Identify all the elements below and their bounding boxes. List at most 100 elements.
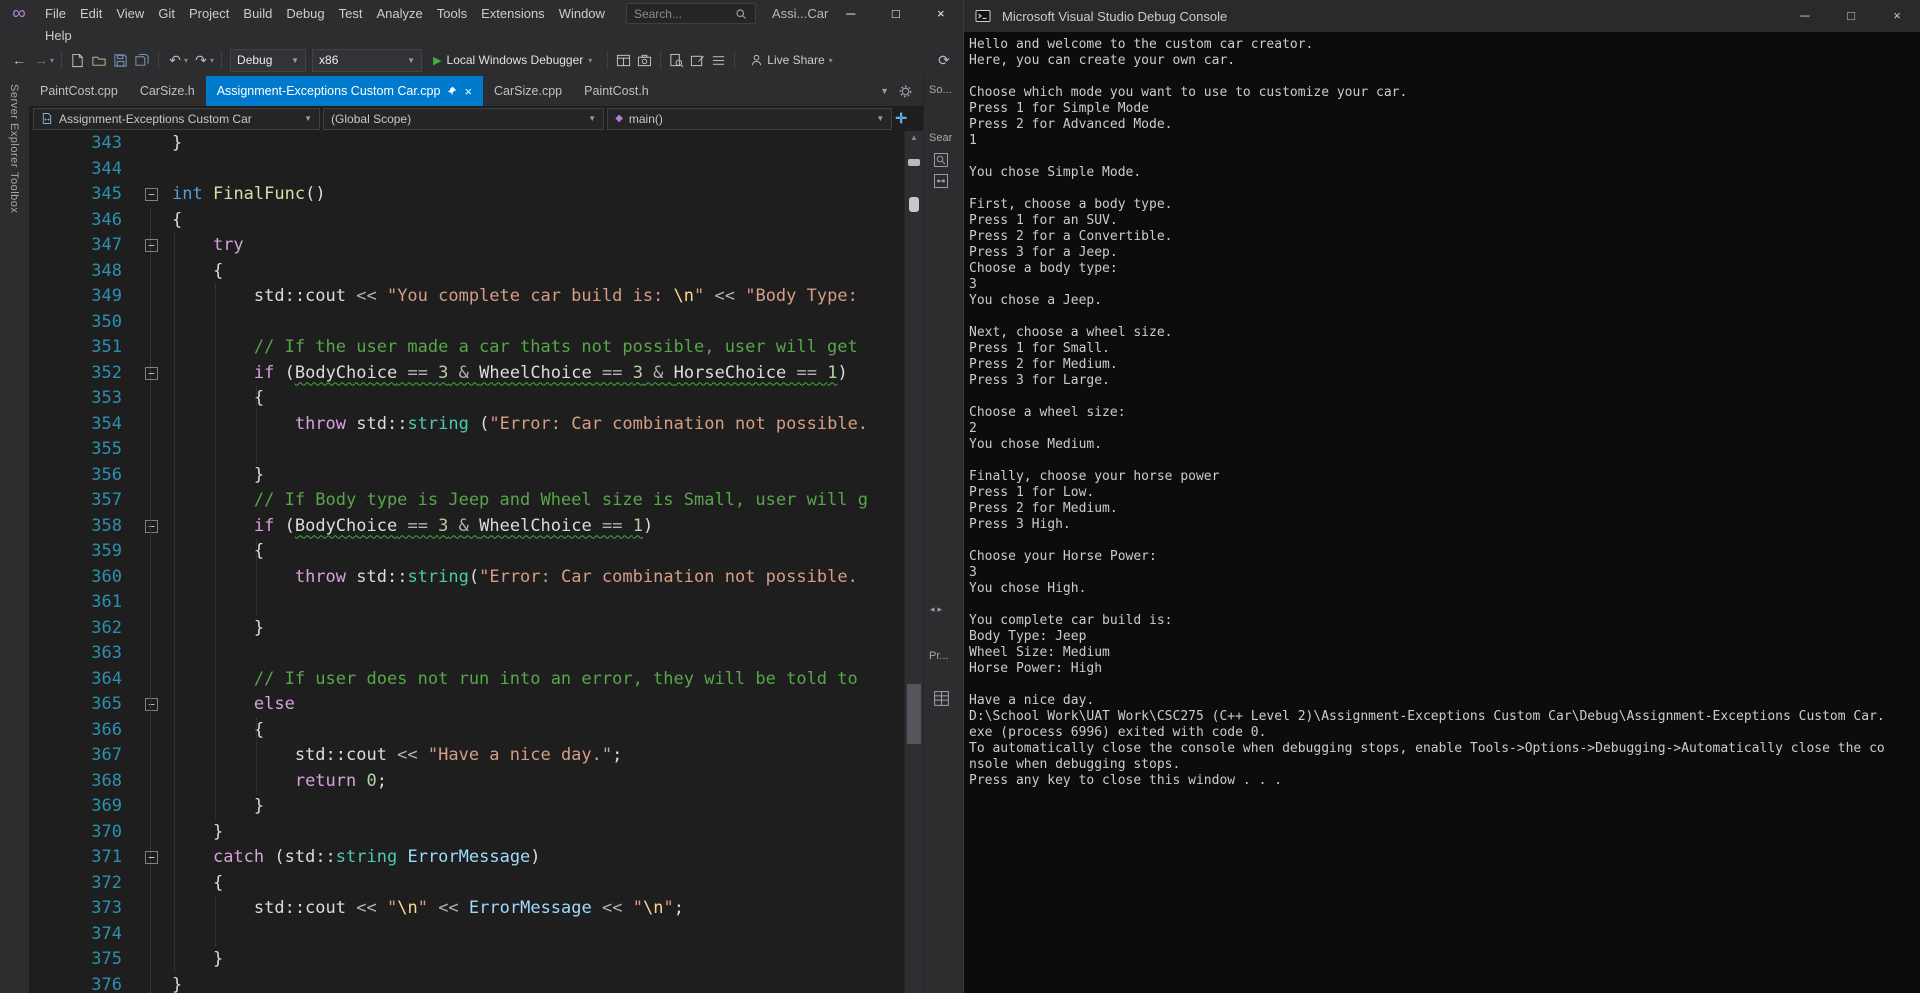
code-text[interactable] — [172, 437, 904, 463]
member-dropdown[interactable]: ◆ main() ▼ — [607, 108, 892, 130]
minimize-button[interactable]: ─ — [828, 0, 873, 27]
menu-item-debug[interactable]: Debug — [279, 1, 331, 27]
code-text[interactable]: return 0; — [172, 769, 904, 795]
solution-configuration-dropdown[interactable]: Debug ▼ — [230, 49, 306, 72]
code-text[interactable]: } — [172, 947, 904, 973]
code-editor[interactable]: 343}344345−int FinalFunc()346{347− try34… — [29, 131, 923, 993]
code-text[interactable]: int FinalFunc() — [172, 182, 904, 208]
code-text[interactable]: if (BodyChoice == 3 & WheelChoice == 1) — [172, 514, 904, 540]
project-dropdown[interactable]: ++ Assignment-Exceptions Custom Car ▼ — [33, 108, 320, 130]
toolbar-window-layout-icon[interactable] — [616, 53, 631, 68]
code-text[interactable]: std::cout << "You complete car build is:… — [172, 284, 904, 310]
close-button[interactable]: × — [918, 0, 963, 27]
code-text[interactable]: throw std::string("Error: Car combinatio… — [172, 565, 904, 591]
code-text[interactable]: // If the user made a car thats not poss… — [172, 335, 904, 361]
toolbar-list-icon[interactable] — [711, 53, 726, 68]
code-text[interactable] — [172, 590, 904, 616]
code-text[interactable]: if (BodyChoice == 3 & WheelChoice == 3 &… — [172, 361, 904, 387]
tab-paintcost-cpp[interactable]: PaintCost.cpp — [29, 76, 129, 106]
gear-icon[interactable] — [899, 85, 912, 98]
code-text[interactable]: } — [172, 131, 904, 157]
code-text[interactable]: } — [172, 794, 904, 820]
tab-scroll-arrows[interactable]: ◂▸ — [930, 604, 945, 615]
tool-tab-server-explorer[interactable]: Server Explorer — [8, 84, 20, 168]
menu-item-git[interactable]: Git — [151, 1, 182, 27]
menu-item-analyze[interactable]: Analyze — [369, 1, 429, 27]
tab-carsize-h[interactable]: CarSize.h — [129, 76, 206, 106]
console-maximize-button[interactable]: □ — [1828, 0, 1874, 32]
scrollbar-thumb[interactable] — [907, 684, 921, 744]
code-text[interactable]: // If Body type is Jeep and Wheel size i… — [172, 488, 904, 514]
menu-item-project[interactable]: Project — [182, 1, 236, 27]
split-window-icon[interactable]: ✛ — [895, 110, 907, 127]
menu-item-extensions[interactable]: Extensions — [474, 1, 552, 27]
pin-icon[interactable] — [447, 86, 457, 96]
save-all-icon[interactable] — [134, 53, 150, 68]
fold-toggle-icon[interactable]: − — [145, 239, 158, 252]
search-input[interactable] — [632, 6, 732, 22]
new-file-icon[interactable] — [70, 53, 85, 68]
fold-toggle-icon[interactable]: − — [145, 698, 158, 711]
fold-toggle-icon[interactable]: − — [145, 188, 158, 201]
redo-dropdown-icon[interactable]: ▾ — [210, 56, 214, 65]
undo-dropdown-icon[interactable]: ▾ — [184, 56, 188, 65]
tool-tab-properties[interactable]: Pr... — [929, 650, 949, 662]
tab-list-dropdown-icon[interactable]: ▼ — [880, 86, 889, 96]
menu-item-edit[interactable]: Edit — [73, 1, 109, 27]
menu-item-help[interactable]: Help — [38, 27, 79, 44]
menu-item-tools[interactable]: Tools — [430, 1, 474, 27]
git-changes-icon[interactable] — [933, 173, 949, 194]
menu-item-build[interactable]: Build — [236, 1, 279, 27]
code-text[interactable]: catch (std::string ErrorMessage) — [172, 845, 904, 871]
code-text[interactable]: { — [172, 539, 904, 565]
tool-tab-solution-explorer[interactable]: So... — [929, 84, 952, 96]
navigation-history-dropdown-icon[interactable]: ▾ — [50, 56, 54, 65]
solution-platform-dropdown[interactable]: x86 ▼ — [312, 49, 422, 72]
open-file-icon[interactable] — [91, 53, 107, 68]
start-debugging-button[interactable]: ▶ Local Windows Debugger ▾ — [433, 53, 594, 67]
fold-toggle-icon[interactable]: − — [145, 851, 158, 864]
code-text[interactable]: // If user does not run into an error, t… — [172, 667, 904, 693]
search-results-icon[interactable] — [933, 152, 949, 173]
code-text[interactable]: std::cout << "Have a nice day."; — [172, 743, 904, 769]
refresh-icon[interactable]: ⟳ — [933, 44, 955, 76]
code-text[interactable]: try — [172, 233, 904, 259]
code-text[interactable]: { — [172, 718, 904, 744]
code-text[interactable]: { — [172, 871, 904, 897]
menu-item-test[interactable]: Test — [332, 1, 370, 27]
live-share-dropdown-icon[interactable]: ▾ — [829, 56, 833, 65]
find-in-files-icon[interactable] — [669, 53, 684, 68]
code-text[interactable] — [172, 157, 904, 183]
tab-assignment-exceptions-custom-car-cpp[interactable]: Assignment-Exceptions Custom Car.cpp× — [206, 76, 483, 106]
scope-dropdown[interactable]: (Global Scope) ▼ — [323, 108, 604, 130]
properties-icon[interactable] — [933, 690, 950, 712]
navigate-forward-icon[interactable]: → — [30, 44, 52, 76]
editor-lines[interactable]: 343}344345−int FinalFunc()346{347− try34… — [29, 131, 904, 993]
code-text[interactable]: } — [172, 820, 904, 846]
fold-toggle-icon[interactable]: − — [145, 367, 158, 380]
menu-item-file[interactable]: File — [38, 1, 73, 27]
tab-carsize-cpp[interactable]: CarSize.cpp — [483, 76, 573, 106]
code-text[interactable]: throw std::string ("Error: Car combinati… — [172, 412, 904, 438]
tool-tab-search[interactable]: Sear — [929, 132, 952, 144]
navigate-back-icon[interactable]: ← — [8, 44, 30, 76]
scrollbar-up-icon[interactable]: ▲ — [905, 133, 923, 142]
code-text[interactable]: { — [172, 259, 904, 285]
code-text[interactable]: else — [172, 692, 904, 718]
console-minimize-button[interactable]: ─ — [1782, 0, 1828, 32]
menu-item-window[interactable]: Window — [552, 1, 612, 27]
undo-icon[interactable]: ↶ — [164, 44, 186, 76]
tab-paintcost-h[interactable]: PaintCost.h — [573, 76, 660, 106]
redo-icon[interactable]: ↷ — [190, 44, 212, 76]
code-text[interactable] — [172, 922, 904, 948]
console-close-button[interactable]: × — [1874, 0, 1920, 32]
code-text[interactable]: std::cout << "\n" << ErrorMessage << "\n… — [172, 896, 904, 922]
fold-toggle-icon[interactable]: − — [145, 520, 158, 533]
editor-vertical-scrollbar[interactable]: ▲ — [904, 131, 923, 993]
save-icon[interactable] — [113, 53, 128, 68]
code-text[interactable]: } — [172, 463, 904, 489]
code-text[interactable] — [172, 310, 904, 336]
code-text[interactable]: } — [172, 616, 904, 642]
tool-tab-toolbox[interactable]: Toolbox — [8, 172, 20, 213]
maximize-button[interactable]: □ — [873, 0, 918, 27]
